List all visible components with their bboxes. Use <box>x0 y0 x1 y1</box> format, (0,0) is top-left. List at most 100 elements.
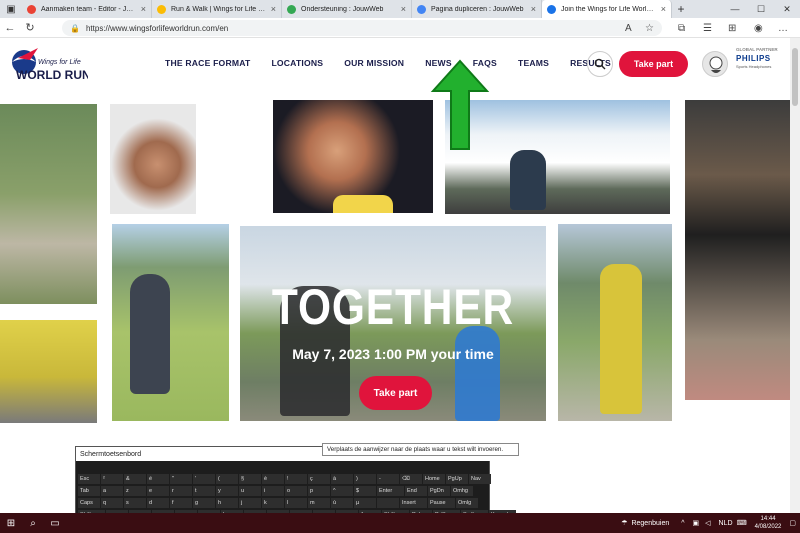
key[interactable]: ^ <box>331 486 353 496</box>
back-icon[interactable]: ← <box>0 22 20 34</box>
favorite-icon[interactable]: ☆ <box>645 18 654 38</box>
browser-tab-4[interactable]: Join the Wings for Life World Run × <box>542 0 672 18</box>
address-bar[interactable]: 🔒 https://www.wingsforlifeworldrun.com/e… <box>62 20 662 36</box>
close-tab-icon[interactable]: × <box>661 4 666 14</box>
volume-icon[interactable]: ◁ <box>705 519 710 527</box>
key[interactable]: Pause <box>428 498 455 508</box>
key[interactable]: Insert <box>400 498 427 508</box>
key[interactable]: d <box>147 498 169 508</box>
start-icon[interactable]: ⊞ <box>0 518 22 529</box>
new-tab-button[interactable]: + <box>672 2 690 16</box>
key[interactable]: à <box>331 474 353 484</box>
key[interactable]: ( <box>216 474 238 484</box>
browser-tab-2[interactable]: Ondersteuning : JouwWeb × <box>282 0 412 18</box>
key[interactable]: ! <box>285 474 307 484</box>
key[interactable]: PgDn <box>428 486 450 496</box>
maximize-icon[interactable]: ☐ <box>748 0 774 18</box>
weather-text[interactable]: Regenbuien <box>631 520 669 527</box>
scrollbar-thumb[interactable] <box>792 48 798 106</box>
page-scrollbar[interactable] <box>790 38 800 513</box>
wings-for-life-logo[interactable]: Wings for Life WORLD RUN <box>8 44 88 84</box>
key[interactable]: o <box>285 486 307 496</box>
user-avatar[interactable] <box>702 51 728 77</box>
clock[interactable]: 14:44 4/08/2022 <box>755 515 782 531</box>
keyboard-icon[interactable]: ⌨ <box>737 519 747 527</box>
search-taskbar-icon[interactable]: ⌕ <box>22 518 44 529</box>
key[interactable]: Enter <box>377 486 404 496</box>
key[interactable]: i <box>262 486 284 496</box>
key[interactable]: u <box>239 486 261 496</box>
key[interactable]: " <box>170 474 192 484</box>
key[interactable]: - <box>377 474 399 484</box>
key[interactable]: Omlg <box>456 498 478 508</box>
key[interactable]: Caps <box>78 498 100 508</box>
key[interactable]: ù <box>331 498 353 508</box>
key[interactable]: Nav <box>469 474 491 484</box>
key[interactable] <box>377 498 399 508</box>
tray-chevron-icon[interactable]: ^ <box>681 520 684 527</box>
nav-link-locations[interactable]: LOCATIONS <box>271 58 323 68</box>
close-tab-icon[interactable]: × <box>271 4 276 14</box>
key[interactable]: è <box>262 474 284 484</box>
network-icon[interactable]: ▣ <box>693 519 700 527</box>
key[interactable]: y <box>216 486 238 496</box>
minimize-icon[interactable]: — <box>722 0 748 18</box>
key[interactable]: $ <box>354 486 376 496</box>
browser-tab-1[interactable]: Run & Walk | Wings for Life World Run × <box>152 0 282 18</box>
notifications-icon[interactable]: ▢ <box>789 519 796 527</box>
key[interactable]: k <box>262 498 284 508</box>
read-aloud-icon[interactable]: A <box>625 18 632 38</box>
key[interactable]: p <box>308 486 330 496</box>
key[interactable]: ² <box>101 474 123 484</box>
hero-take-part-button[interactable]: Take part <box>359 376 432 410</box>
favorites-list-icon[interactable]: ☰ <box>703 18 712 38</box>
key[interactable]: ⌫ <box>400 474 422 484</box>
more-icon[interactable]: … <box>778 18 788 38</box>
key[interactable]: e <box>147 486 169 496</box>
key[interactable]: é <box>147 474 169 484</box>
global-partner[interactable]: GLOBAL PARTNER PHILIPS Sports Headphones <box>736 47 786 69</box>
key[interactable]: q <box>101 498 123 508</box>
nav-link-the-race-format[interactable]: THE RACE FORMAT <box>165 58 250 68</box>
key[interactable]: s <box>124 498 146 508</box>
key[interactable]: m <box>308 498 330 508</box>
key[interactable]: End <box>405 486 427 496</box>
key[interactable]: a <box>101 486 123 496</box>
key[interactable]: Tab <box>78 486 100 496</box>
key[interactable]: µ <box>354 498 376 508</box>
weather-icon[interactable]: ☂ <box>621 519 627 527</box>
profile-icon[interactable]: ◉ <box>754 18 763 38</box>
key[interactable]: g <box>193 498 215 508</box>
key[interactable]: Home <box>423 474 445 484</box>
close-tab-icon[interactable]: × <box>141 4 146 14</box>
nav-link-teams[interactable]: TEAMS <box>518 58 549 68</box>
close-tab-icon[interactable]: × <box>531 4 536 14</box>
tab-actions-icon[interactable]: ▣ <box>0 0 22 18</box>
take-part-button[interactable]: Take part <box>619 51 688 77</box>
key[interactable]: Esc <box>78 474 100 484</box>
nav-link-our-mission[interactable]: OUR MISSION <box>344 58 404 68</box>
close-window-icon[interactable]: ✕ <box>774 0 800 18</box>
browser-tab-3[interactable]: Pagina dupliceren : JouwWeb × <box>412 0 542 18</box>
key[interactable]: z <box>124 486 146 496</box>
key[interactable]: Omhg <box>451 486 473 496</box>
key[interactable]: f <box>170 498 192 508</box>
key[interactable]: ç <box>308 474 330 484</box>
key[interactable]: j <box>239 498 261 508</box>
browser-tab-0[interactable]: Aanmaken team - Editor - JouwWeb × <box>22 0 152 18</box>
key[interactable]: h <box>216 498 238 508</box>
key[interactable]: ' <box>193 474 215 484</box>
collections-icon[interactable]: ⊞ <box>728 18 736 38</box>
key[interactable]: & <box>124 474 146 484</box>
key[interactable]: § <box>239 474 261 484</box>
refresh-icon[interactable]: ↻ <box>20 21 40 34</box>
task-view-icon[interactable]: ▭ <box>44 518 66 529</box>
key[interactable]: PgUp <box>446 474 468 484</box>
key[interactable]: ) <box>354 474 376 484</box>
key[interactable]: t <box>193 486 215 496</box>
key[interactable]: r <box>170 486 192 496</box>
language-indicator[interactable]: NLD <box>719 520 733 527</box>
extensions-icon[interactable]: ⧉ <box>678 18 685 38</box>
key[interactable]: l <box>285 498 307 508</box>
search-button[interactable] <box>587 51 613 77</box>
